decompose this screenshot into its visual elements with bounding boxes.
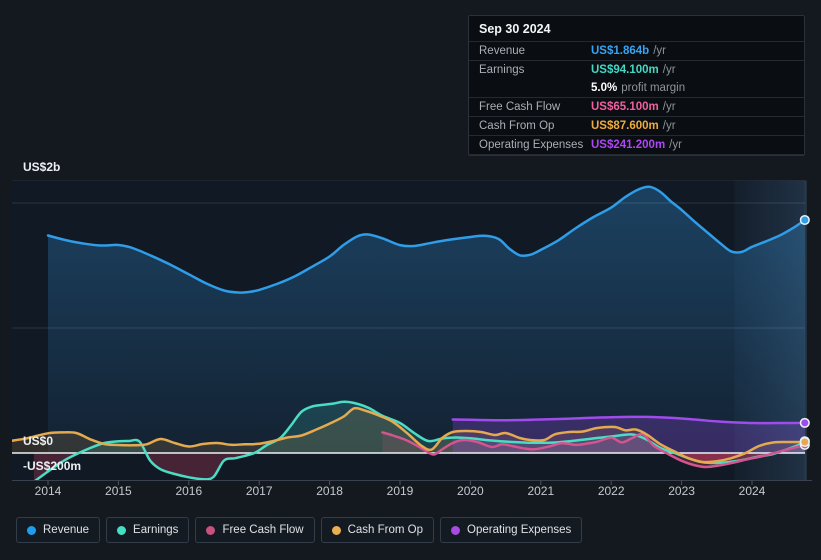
legend-label: Operating Expenses xyxy=(467,524,572,536)
chart-legend: Revenue Earnings Free Cash Flow Cash From O… xyxy=(16,517,583,543)
tooltip-date: Sep 30 2024 xyxy=(469,16,804,42)
legend-label: Cash From Op xyxy=(347,524,424,536)
tooltip-unit: /yr xyxy=(669,139,682,151)
y-axis-label-2b: US$2b xyxy=(23,160,61,174)
legend-dot xyxy=(27,525,36,535)
legend-dot xyxy=(206,525,216,535)
y-axis-label-neg200m: -US$200m xyxy=(23,459,82,473)
x-axis-label-2016: 2016 xyxy=(175,484,203,498)
tooltip-row-revenue: Revenue US$1.864b/yr xyxy=(469,42,804,61)
tooltip-label: Operating Expenses xyxy=(479,139,584,151)
tooltip-value: US$241.200m xyxy=(591,139,666,151)
tooltip-value: US$94.100m xyxy=(591,64,659,76)
tooltip-value: US$65.100m xyxy=(591,101,659,113)
x-axis-label-2022: 2022 xyxy=(597,484,625,498)
x-axis-label-2018: 2018 xyxy=(316,484,343,498)
tooltip-row-free-cash-flow: Free Cash Flow US$65.100m/yr xyxy=(469,98,804,117)
tooltip-unit: /yr xyxy=(662,120,676,132)
chart-tooltip: Sep 30 2024 Revenue US$1.864b/yr Earnings U… xyxy=(468,15,805,156)
profit-margin-text: profit margin xyxy=(621,82,686,94)
series-endpoint-dot-opex xyxy=(799,417,810,428)
legend-item-earnings[interactable]: Earnings xyxy=(106,517,190,543)
tooltip-unit: /yr xyxy=(662,64,676,76)
tooltip-label: Earnings xyxy=(479,64,525,76)
series-endpoint-dot-cash_from_op xyxy=(799,436,810,448)
legend-label: Earnings xyxy=(133,524,179,536)
tooltip-label: Free Cash Flow xyxy=(479,101,561,113)
legend-label: Revenue xyxy=(43,524,90,536)
x-axis-label-2020: 2020 xyxy=(457,484,484,498)
tooltip-unit: /yr xyxy=(653,45,666,57)
tooltip-row-profit-margin: 5.0% profit margin xyxy=(469,79,804,98)
legend-item-cash-from-op[interactable]: Cash From Op xyxy=(320,517,435,543)
legend-item-revenue[interactable]: Revenue xyxy=(16,517,101,543)
x-axis-label-2019: 2019 xyxy=(386,484,414,498)
tooltip-label: Cash From Op xyxy=(479,120,555,132)
legend-dot xyxy=(117,525,127,535)
x-axis-label-2014: 2014 xyxy=(34,484,62,498)
x-axis-label-2017: 2017 xyxy=(245,484,273,498)
x-axis-label-2021: 2021 xyxy=(527,484,555,498)
legend-item-operating-expenses[interactable]: Operating Expenses xyxy=(440,517,583,543)
legend-dot xyxy=(451,525,461,535)
tooltip-row-earnings: Earnings US$94.100m/yr xyxy=(469,61,804,79)
tooltip-row-operating-expenses: Operating Expenses US$241.200m/yr xyxy=(469,136,804,155)
tooltip-unit: /yr xyxy=(662,101,676,113)
tooltip-row-cash-from-op: Cash From Op US$87.600m/yr xyxy=(469,117,804,136)
tooltip-value: US$1.864b xyxy=(591,45,650,57)
tooltip-label: Revenue xyxy=(479,45,526,57)
y-axis-label-zero: US$0 xyxy=(23,434,54,448)
legend-item-free-cash-flow[interactable]: Free Cash Flow xyxy=(195,517,315,543)
series-endpoint-dot-revenue xyxy=(799,214,810,226)
legend-label: Free Cash Flow xyxy=(222,524,304,536)
legend-dot xyxy=(331,525,341,535)
x-axis-label-2023: 2023 xyxy=(668,484,695,498)
x-axis-label-2024: 2024 xyxy=(738,484,766,498)
profit-margin-value: 5.0% xyxy=(591,82,618,94)
financial-history-chart: US$2b US$0 -US$200m 2014 2015 2016 2017 2018… xyxy=(0,0,821,560)
tooltip-value: US$87.600m xyxy=(591,120,659,132)
x-axis-label-2015: 2015 xyxy=(105,484,132,498)
